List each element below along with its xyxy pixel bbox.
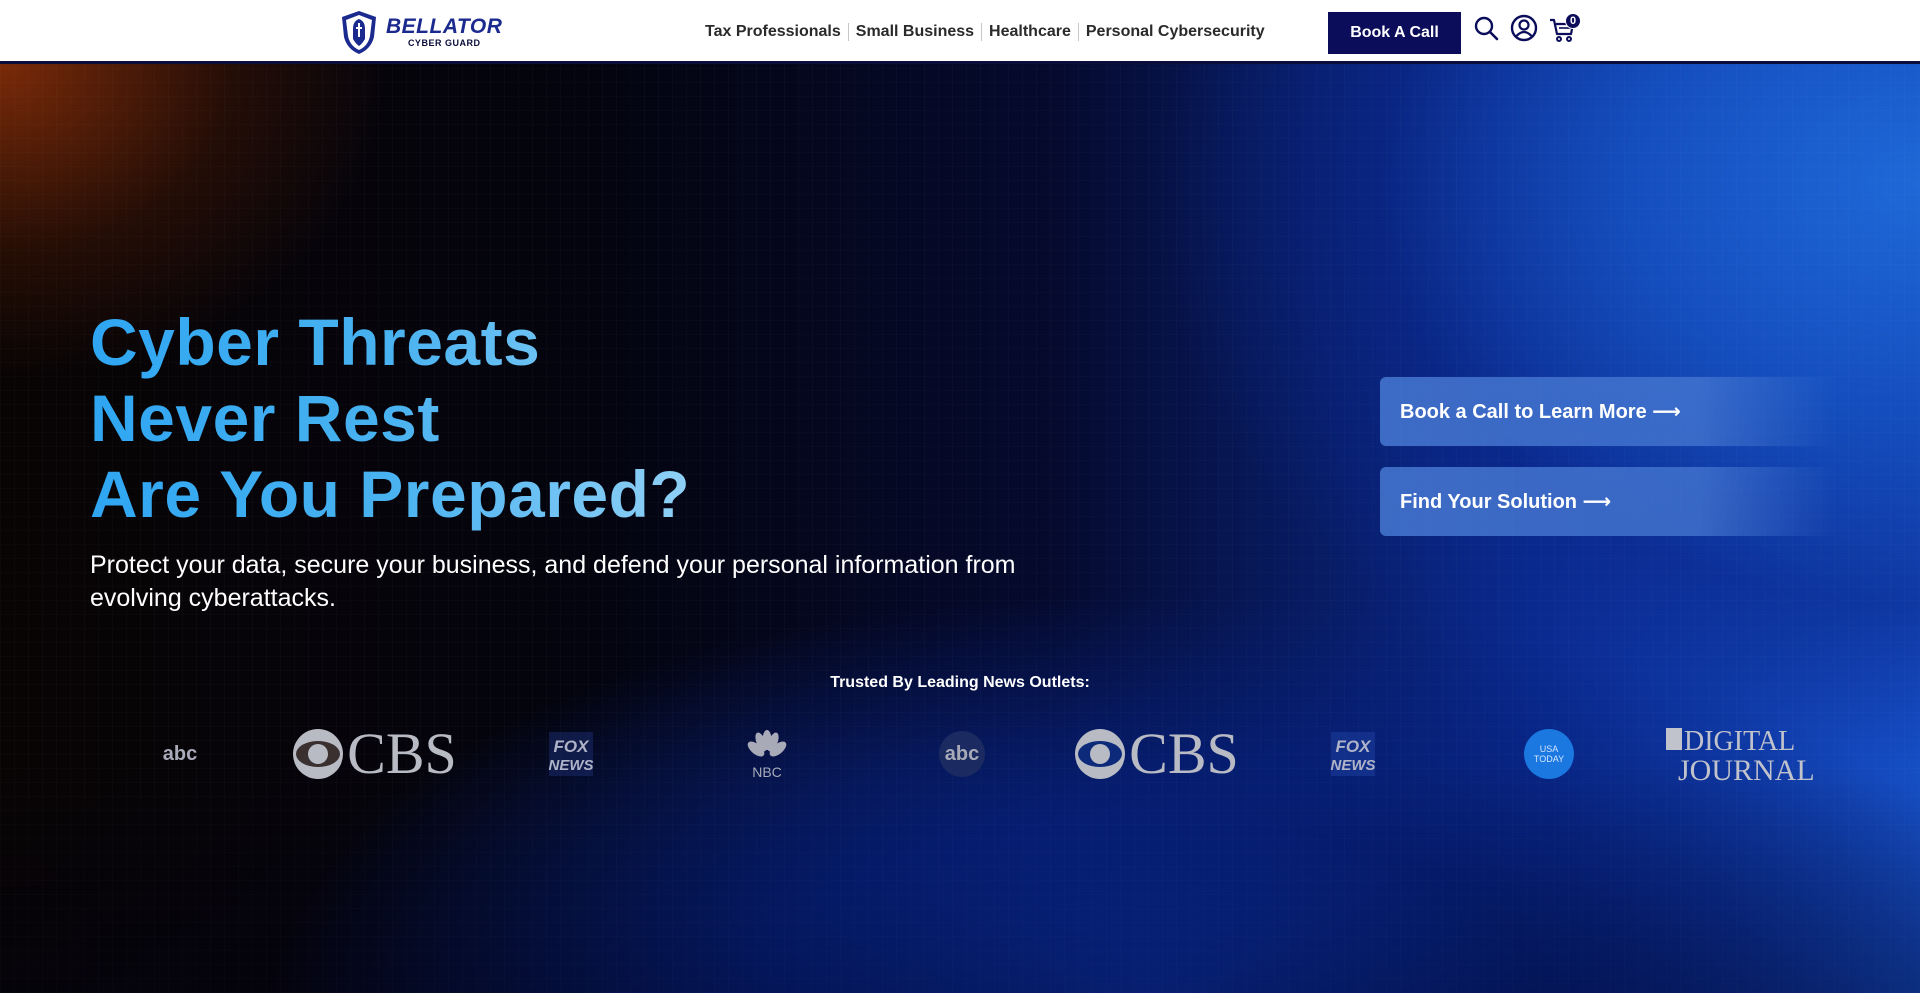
svg-text:abc: abc: [163, 743, 197, 765]
svg-text:FOX: FOX: [1336, 737, 1373, 756]
svg-text:abc: abc: [945, 743, 979, 765]
outlet-logo-digital-journal: DIGITAL JOURNAL: [1664, 719, 1826, 789]
find-your-solution-button[interactable]: Find Your Solution ⟶: [1380, 467, 1836, 536]
book-call-learn-more-button[interactable]: Book a Call to Learn More ⟶: [1380, 377, 1836, 446]
hero-subtext: Protect your data, secure your business,…: [90, 551, 1016, 612]
svg-text:CBS: CBS: [347, 727, 457, 781]
shield-knight-icon: [342, 11, 376, 54]
nav-item-tax-professionals[interactable]: Tax Professionals: [698, 22, 848, 42]
main-nav: Tax Professionals Small Business Healthc…: [698, 22, 1272, 42]
svg-text:NBC: NBC: [752, 764, 782, 779]
svg-text:DIGITAL: DIGITAL: [1684, 726, 1795, 757]
outlet-logo-nbc: NBC: [738, 719, 796, 789]
svg-text:TODAY: TODAY: [1534, 754, 1564, 764]
site-header: BELLATOR CYBER GUARD Tax Professionals S…: [0, 0, 1920, 64]
nav-item-small-business[interactable]: Small Business: [849, 22, 981, 42]
cart-count-badge: 0: [1565, 13, 1581, 29]
outlet-logo-usa-today: USA TODAY: [1520, 719, 1578, 789]
outlet-logo-fox-news: FOX NEWS: [1328, 719, 1378, 789]
trusted-by-label: Trusted By Leading News Outlets:: [830, 674, 1090, 691]
logo-name: BELLATOR: [386, 15, 503, 38]
news-outlets-row: abc CBS FOX NEWS NBC abc CBS FOX NEWS US…: [0, 719, 1920, 789]
outlet-logo-abc: abc: [150, 719, 210, 789]
hero-section: Cyber Threats Never Rest Are You Prepare…: [0, 64, 1920, 993]
hero-headline: Cyber Threats Never Rest Are You Prepare…: [90, 304, 690, 532]
nav-item-healthcare[interactable]: Healthcare: [982, 22, 1078, 42]
svg-text:NEWS: NEWS: [1331, 757, 1376, 774]
svg-text:NEWS: NEWS: [549, 757, 594, 774]
book-a-call-button[interactable]: Book A Call: [1328, 12, 1461, 54]
headline-line-2: Never Rest: [90, 380, 690, 456]
svg-text:JOURNAL: JOURNAL: [1678, 754, 1815, 784]
svg-text:CBS: CBS: [1129, 727, 1239, 781]
bellator-logo[interactable]: BELLATOR CYBER GUARD: [338, 9, 502, 55]
nav-item-personal-cybersecurity[interactable]: Personal Cybersecurity: [1079, 22, 1272, 42]
outlet-logo-fox-news: FOX NEWS: [546, 719, 596, 789]
logo-subtitle: CYBER GUARD: [407, 38, 481, 48]
search-icon[interactable]: [1472, 14, 1500, 42]
outlet-logo-cbs: CBS: [1074, 719, 1242, 789]
outlet-logo-cbs: CBS: [292, 719, 460, 789]
svg-text:USA: USA: [1540, 744, 1559, 754]
user-account-icon[interactable]: [1510, 14, 1538, 42]
headline-line-1: Cyber Threats: [90, 304, 690, 380]
svg-text:FOX: FOX: [554, 737, 591, 756]
outlet-logo-abc: abc: [932, 719, 992, 789]
headline-line-3: Are You Prepared?: [90, 457, 691, 531]
